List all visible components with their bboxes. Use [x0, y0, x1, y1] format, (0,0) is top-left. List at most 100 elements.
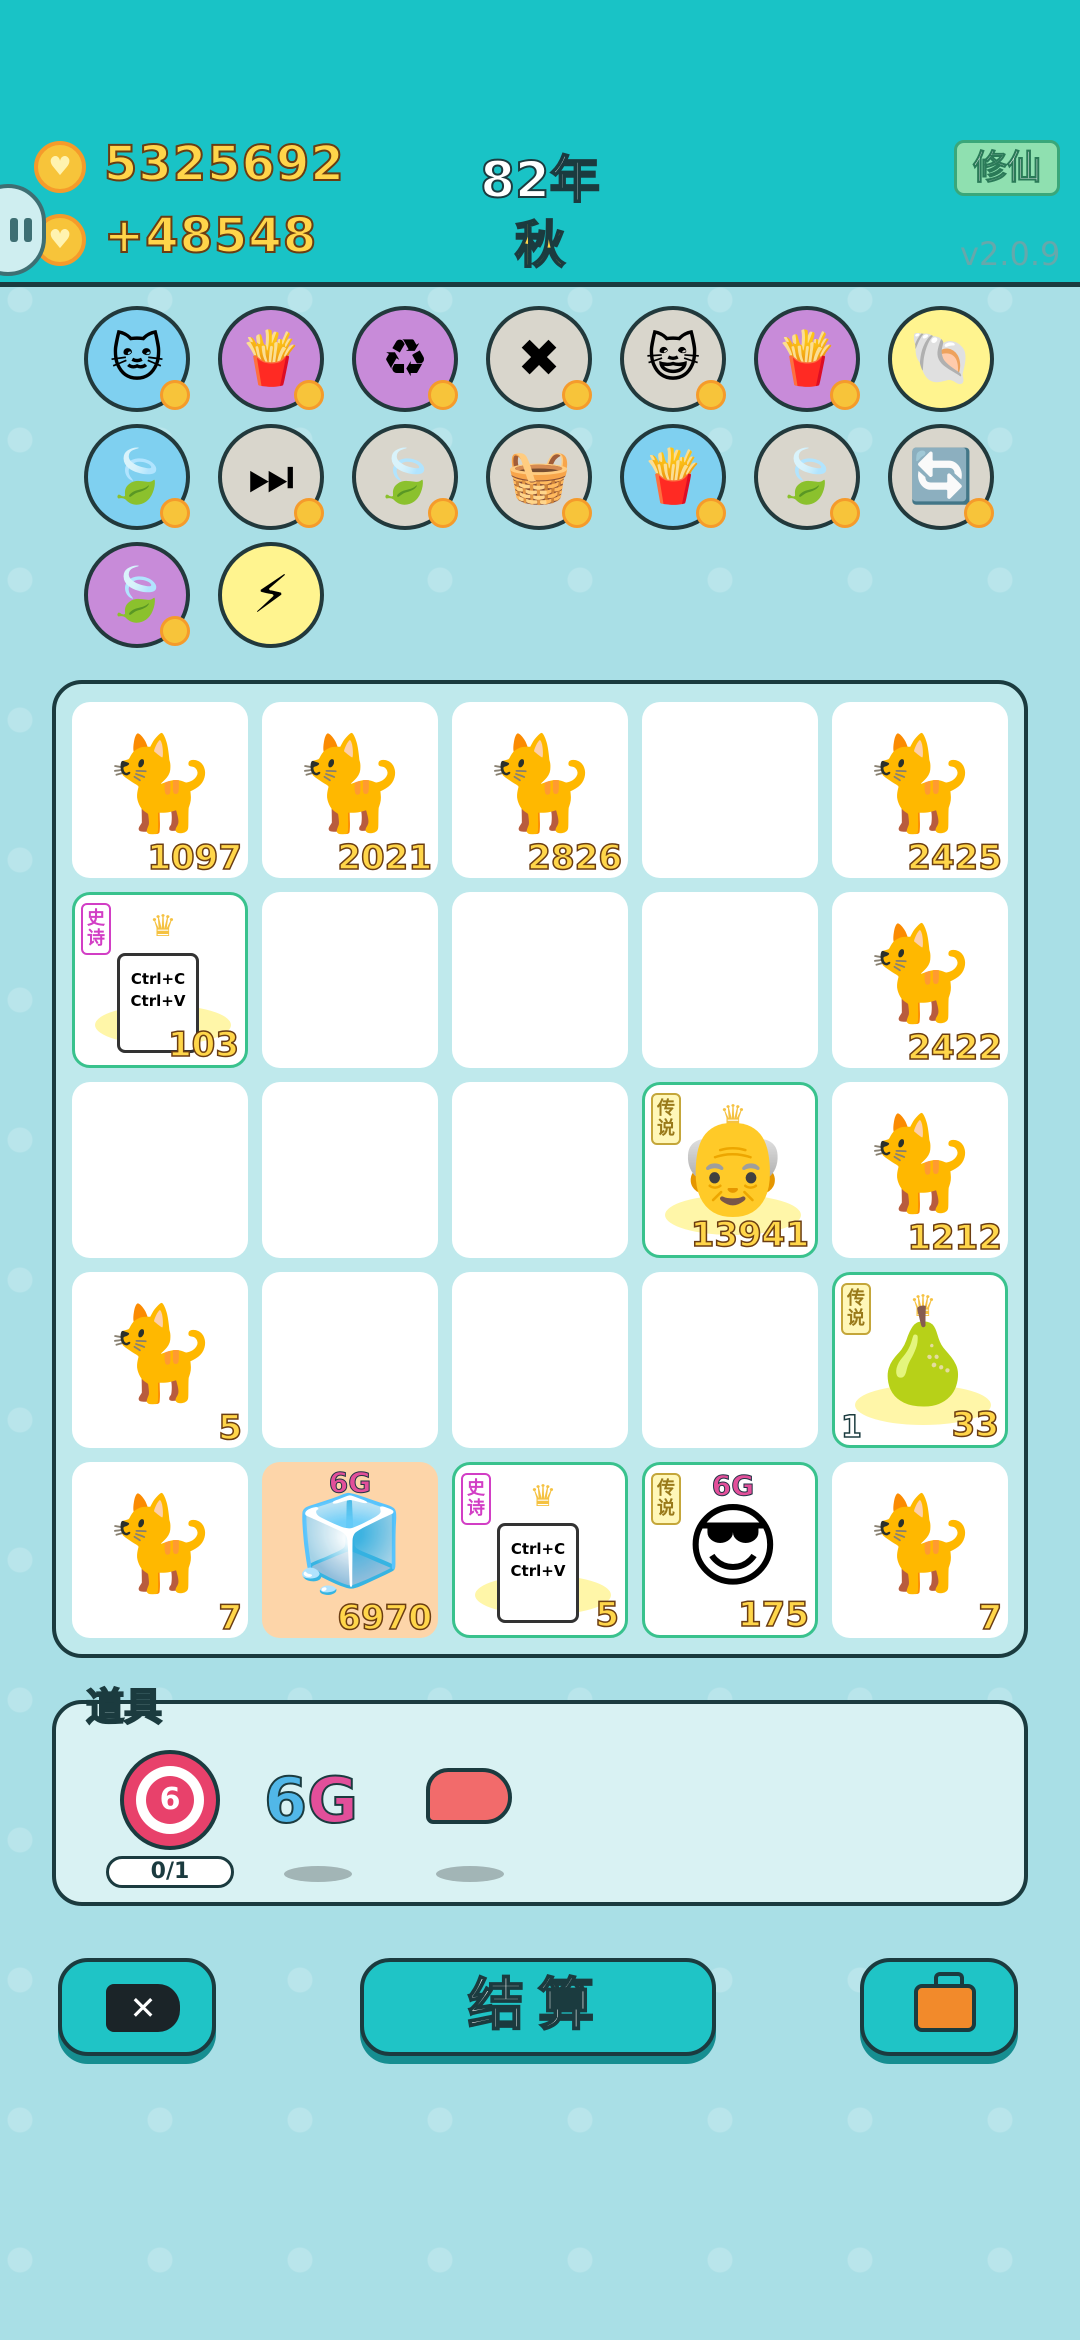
cultivate-button[interactable]: 修仙	[954, 140, 1060, 196]
board-cell[interactable]	[452, 1272, 628, 1448]
fridge-icon: 🧊	[292, 1490, 408, 1597]
board-cell[interactable]: 🐈 2425	[832, 702, 1008, 878]
board-cell[interactable]: 6G 😎 传说 175	[642, 1462, 818, 1638]
board-cell[interactable]: ♛ 👴 传说 13941	[642, 1082, 818, 1258]
remove-button[interactable]: ✕	[58, 1958, 216, 2056]
leaf-icon[interactable]: 🍃	[84, 424, 190, 530]
coin-income: +48548	[103, 207, 318, 265]
rarity-tag: 传说	[841, 1283, 871, 1335]
cell-value: 2021	[337, 837, 433, 878]
board-cell[interactable]: 🐈 1212	[832, 1082, 1008, 1258]
cell-value: 7	[978, 1597, 1003, 1638]
board-cell[interactable]	[72, 1082, 248, 1258]
crown-icon: ♛	[149, 909, 177, 944]
leaf-icon[interactable]: 🍃	[352, 424, 458, 530]
mini-coin-icon	[294, 498, 324, 528]
cell-value: 33	[951, 1404, 1000, 1445]
coin-total: 5325692	[103, 135, 345, 193]
board-cell[interactable]: ♛ Ctrl+C Ctrl+V 史诗 5	[452, 1462, 628, 1638]
briefcase-icon	[914, 1972, 976, 2032]
fries-icon[interactable]: 🍟	[218, 306, 324, 412]
cat-icon: 🐈	[292, 730, 408, 837]
sixg-digit: 6	[263, 1763, 308, 1838]
lightning-icon[interactable]: ⚡	[218, 542, 324, 648]
cat-icon: 🐈	[102, 730, 218, 837]
board-cell[interactable]	[642, 1272, 818, 1448]
ctrl-c-label: Ctrl+C	[510, 1540, 566, 1558]
sixg-item[interactable]: 6G	[263, 1763, 359, 1838]
board-cell[interactable]	[262, 892, 438, 1068]
board-cell[interactable]: 🐈 2422	[832, 892, 1008, 1068]
cell-value: 2425	[907, 837, 1003, 878]
mini-coin-icon	[830, 498, 860, 528]
year-label: 82年	[479, 150, 601, 210]
crown-icon: ♛	[529, 1479, 557, 1514]
board-cell[interactable]: 🐈 2826	[452, 702, 628, 878]
copy-paste-card: Ctrl+C Ctrl+V	[497, 1523, 579, 1623]
ctrl-c-label: Ctrl+C	[130, 970, 186, 988]
fruit-basket-icon[interactable]: 🧺	[486, 424, 592, 530]
board-cell[interactable]: 🐈 7	[72, 1462, 248, 1638]
pause-icon	[10, 218, 18, 242]
target-progress: 0/1	[106, 1856, 234, 1888]
mini-coin-icon	[294, 380, 324, 410]
cat-duo-icon[interactable]: 😺	[620, 306, 726, 412]
skip-icon[interactable]: ⏭	[218, 424, 324, 530]
items-title: 道具	[85, 1684, 163, 1730]
liver-item[interactable]	[426, 1768, 512, 1824]
rarity-tag: 传说	[651, 1473, 681, 1525]
mini-coin-icon	[696, 380, 726, 410]
cell-value: 2826	[527, 837, 623, 878]
board-cell[interactable]: 🐈 1097	[72, 702, 248, 878]
leaf-icon[interactable]: 🍃	[754, 424, 860, 530]
shell-icon[interactable]: 🐚	[888, 306, 994, 412]
board-cell[interactable]: 🐈 5	[72, 1272, 248, 1448]
cell-value: 5	[218, 1407, 243, 1448]
rarity-tag: 传说	[651, 1093, 681, 1145]
board-cell[interactable]: ♛ 🍐 传说 1 33	[832, 1272, 1008, 1448]
mini-coin-icon	[964, 498, 994, 528]
game-board: 🐈 1097 🐈 2021 🐈 2826 🐈 2425 ♛ Ctrl+C Ctrl+V 史诗 103 🐈 2…	[52, 680, 1028, 1658]
board-cell[interactable]: 6G 🧊 6970	[262, 1462, 438, 1638]
season-label: 秋	[514, 215, 566, 275]
board-cell[interactable]	[262, 1082, 438, 1258]
board-cell[interactable]	[262, 1272, 438, 1448]
board-cell[interactable]: 🐈 7	[832, 1462, 1008, 1638]
board-cell[interactable]	[642, 702, 818, 878]
fries-icon[interactable]: 🍟	[754, 306, 860, 412]
mini-coin-icon	[160, 380, 190, 410]
cat-icon[interactable]: 🐱	[84, 306, 190, 412]
cell-value: 175	[737, 1594, 809, 1635]
cat-icon: 🐈	[862, 730, 978, 837]
target-count: 6	[146, 1776, 194, 1824]
cell-value: 2422	[907, 1027, 1003, 1068]
board-cell[interactable]: ♛ Ctrl+C Ctrl+V 史诗 103	[72, 892, 248, 1068]
recycle-icon[interactable]: ♻	[352, 306, 458, 412]
board-cell[interactable]	[452, 892, 628, 1068]
liver-shadow	[436, 1866, 504, 1882]
rarity-tag: 史诗	[461, 1473, 491, 1525]
sixg-letter: G	[306, 1763, 359, 1838]
mini-coin-icon	[428, 498, 458, 528]
board-cell[interactable]	[642, 892, 818, 1068]
cell-value: 7	[218, 1597, 243, 1638]
fries-icon[interactable]: 🍟	[620, 424, 726, 530]
settle-button[interactable]: 结算	[360, 1958, 716, 2056]
board-cell[interactable]	[452, 1082, 628, 1258]
coin-icon	[34, 141, 86, 193]
mini-coin-icon	[830, 380, 860, 410]
leaf-icon[interactable]: 🍃	[84, 542, 190, 648]
items-panel: 6 0/1 6G	[52, 1700, 1028, 1906]
cell-value: 1212	[907, 1217, 1003, 1258]
refresh-icon[interactable]: 🔄	[888, 424, 994, 530]
backpack-button[interactable]	[860, 1958, 1018, 2056]
mini-coin-icon	[696, 498, 726, 528]
mini-coin-icon	[160, 498, 190, 528]
mini-coin-icon	[562, 498, 592, 528]
close-tag-icon[interactable]: ✖	[486, 306, 592, 412]
cat-icon: 🐈	[862, 1490, 978, 1597]
cat-icon: 🐈	[102, 1490, 218, 1597]
board-cell[interactable]: 🐈 2021	[262, 702, 438, 878]
target-item[interactable]: 6	[120, 1750, 220, 1850]
top-bar: 5325692 +48548 82年 秋 修仙 v2.0.9	[0, 0, 1080, 287]
